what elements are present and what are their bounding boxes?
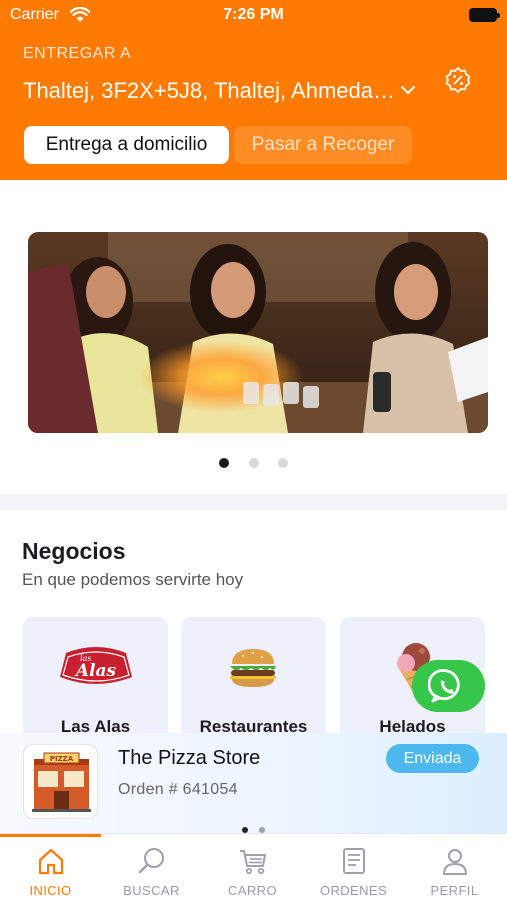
cart-icon [240, 850, 266, 875]
search-icon [138, 848, 164, 874]
tab-inicio[interactable]: INICIO [0, 834, 101, 900]
section-subtitle: En que podemos servirte hoy [22, 570, 244, 589]
order-number: Orden # 641054 [118, 781, 238, 798]
banner-pagination [0, 453, 507, 472]
order-store-name: The Pizza Store [118, 747, 261, 769]
pagination-dot[interactable] [219, 458, 230, 468]
tab-label: INICIO [29, 883, 72, 898]
tab-bar: INICIO BUSCAR CARRO ORDENES PERFIL [0, 833, 507, 900]
business-card-restaurantes[interactable]: Restaurantes [181, 617, 326, 747]
banner-photo [28, 232, 488, 433]
store-thumbnail: PIZZA [23, 744, 98, 819]
section-divider [0, 494, 507, 510]
burger-icon [230, 649, 276, 687]
active-order-card[interactable]: PIZZA The Pizza Store Orden # 641054 Env… [0, 733, 507, 833]
pizza-store-image: PIZZA [32, 752, 91, 812]
business-card-las-alas[interactable]: las Alas Las Alas [23, 617, 168, 747]
clock: 7:26 PM [223, 6, 284, 23]
address-selector[interactable]: Thaltej, 3F2X+5J8, Thaltej, Ahmedabad [23, 78, 395, 104]
home-delivery-tab[interactable]: Entrega a domicilio [24, 126, 229, 164]
deliver-to-label: ENTREGAR A [23, 45, 132, 62]
section-title: Negocios [22, 538, 126, 564]
pickup-tab[interactable]: Pasar a Recoger [234, 126, 412, 164]
tab-buscar[interactable]: BUSCAR [101, 834, 202, 900]
profile-icon [443, 849, 467, 875]
pagination-dot[interactable] [277, 458, 288, 468]
store-sign-text: PIZZA [50, 755, 74, 763]
battery-icon [469, 8, 500, 22]
order-status-badge: Enviada [386, 744, 479, 773]
logo-text: Alas [74, 661, 117, 681]
header: Carrier 7:26 PM ENTREGAR A Thaltej, 3F2X… [0, 0, 507, 180]
active-tab-indicator [0, 834, 101, 837]
tab-label: BUSCAR [123, 883, 180, 898]
tab-label: CARRO [228, 883, 277, 898]
pagination-dot[interactable] [248, 458, 259, 468]
orders-icon [343, 848, 365, 874]
whatsapp-button[interactable] [412, 660, 485, 712]
tab-label: PERFIL [430, 883, 479, 898]
tab-perfil[interactable]: PERFIL [404, 834, 505, 900]
promo-banner[interactable] [28, 232, 488, 433]
tab-ordenes[interactable]: ORDENES [303, 834, 404, 900]
whatsapp-icon [428, 669, 460, 703]
discount-badge-icon[interactable] [444, 66, 472, 94]
tab-carro[interactable]: CARRO [202, 834, 303, 900]
las-alas-logo: las Alas [60, 647, 132, 684]
chevron-down-icon[interactable] [400, 84, 416, 96]
home-icon [38, 848, 64, 875]
tab-label: ORDENES [319, 883, 388, 898]
status-bar: Carrier 7:26 PM [0, 0, 507, 32]
